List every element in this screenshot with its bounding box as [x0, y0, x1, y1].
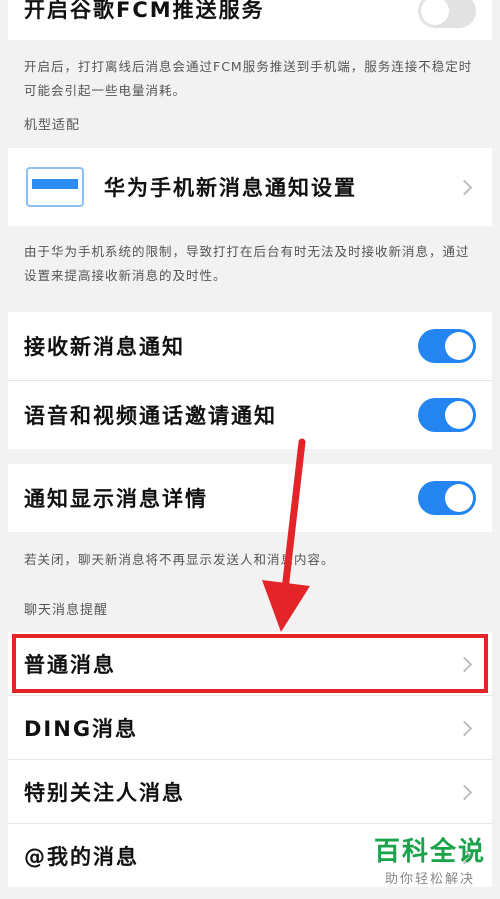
- huawei-settings-label: 华为手机新消息通知设置: [104, 176, 357, 200]
- special-follow-row[interactable]: 特别关注人消息: [8, 760, 492, 823]
- toggle-knob: [445, 401, 473, 429]
- fcm-label: 开启谷歌FCM推送服务: [24, 0, 265, 22]
- chevron-right-icon: [456, 179, 473, 196]
- huawei-note: 由于华为手机系统的限制，导致打打在后台有时无法及时接收新消息，通过设置来提高接收…: [24, 244, 470, 283]
- huawei-settings-row[interactable]: 华为手机新消息通知设置: [8, 148, 492, 226]
- mention-message-label: @我的消息: [24, 844, 139, 869]
- receive-notification-label: 接收新消息通知: [24, 335, 185, 359]
- watermark: 百科全说 助你轻松解决: [374, 831, 486, 887]
- chevron-right-icon: [456, 784, 473, 801]
- show-detail-toggle[interactable]: [418, 481, 476, 515]
- reminder-section-title: 聊天消息提醒: [24, 603, 109, 618]
- receive-notification-row[interactable]: 接收新消息通知: [8, 312, 492, 380]
- call-invite-label: 语音和视频通话邀请通知: [24, 404, 277, 428]
- fcm-toggle[interactable]: [418, 0, 476, 28]
- call-invite-toggle[interactable]: [418, 398, 476, 432]
- call-invite-row[interactable]: 语音和视频通话邀请通知: [8, 381, 492, 449]
- fcm-row[interactable]: 开启谷歌FCM推送服务: [8, 0, 492, 40]
- ding-message-row[interactable]: DING消息: [8, 696, 492, 759]
- toggle-knob: [421, 0, 449, 25]
- phone-icon: [26, 167, 84, 207]
- special-follow-label: 特别关注人消息: [24, 780, 185, 805]
- toggle-knob: [445, 484, 473, 512]
- receive-notification-toggle[interactable]: [418, 329, 476, 363]
- chevron-right-icon: [456, 720, 473, 737]
- watermark-subtitle: 助你轻松解决: [384, 872, 475, 887]
- device-section-title: 机型适配: [24, 118, 81, 133]
- show-detail-note: 若关闭，聊天新消息将不再显示发送人和消息内容。: [24, 552, 335, 567]
- show-detail-label: 通知显示消息详情: [24, 487, 208, 511]
- highlight-box: [12, 634, 488, 693]
- show-detail-row[interactable]: 通知显示消息详情: [8, 464, 492, 532]
- ding-message-label: DING消息: [24, 716, 139, 741]
- notification-settings-page: 开启谷歌FCM推送服务 开启后，打打离线后消息会通过FCM服务推送到手机端，服务…: [0, 0, 500, 899]
- toggle-knob: [445, 332, 473, 360]
- fcm-note: 开启后，打打离线后消息会通过FCM服务推送到手机端，服务连接不稳定时可能会引起一…: [24, 59, 473, 98]
- watermark-title: 百科全说: [373, 837, 486, 867]
